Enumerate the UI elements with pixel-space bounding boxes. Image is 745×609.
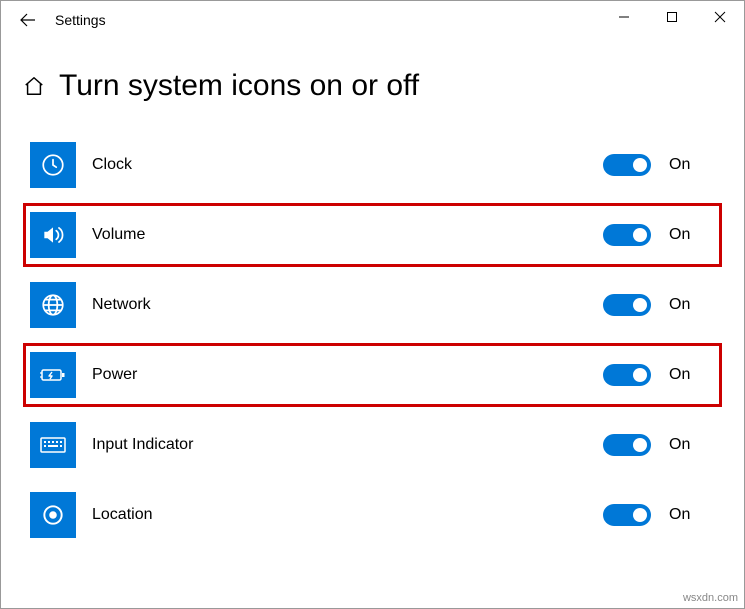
home-icon	[23, 75, 45, 97]
setting-row-clock: Clock On	[23, 133, 722, 197]
toggle-knob	[633, 508, 647, 522]
page-title: Turn system icons on or off	[59, 69, 419, 103]
maximize-button[interactable]	[648, 1, 696, 33]
toggle-state-label: On	[669, 156, 715, 174]
settings-list: ClockOnVolumeOnNetworkOnPowerOnInput Ind…	[1, 133, 744, 547]
location-icon	[30, 492, 76, 538]
watermark: wsxdn.com	[683, 592, 738, 604]
back-button[interactable]	[19, 11, 37, 29]
clock-icon	[30, 142, 76, 188]
arrow-left-icon	[20, 12, 36, 28]
minimize-icon	[618, 11, 630, 23]
setting-row-power: Power On	[23, 343, 722, 407]
toggle-state-label: On	[669, 366, 715, 384]
page-header: Turn system icons on or off	[1, 39, 744, 133]
setting-row: Location On	[30, 492, 715, 538]
setting-row: Volume On	[30, 212, 715, 258]
setting-row: Power On	[30, 352, 715, 398]
setting-row: Network On	[30, 282, 715, 328]
close-button[interactable]	[696, 1, 744, 33]
setting-label: Clock	[92, 156, 603, 174]
toggle-knob	[633, 368, 647, 382]
toggle-state-label: On	[669, 296, 715, 314]
app-title: Settings	[55, 12, 106, 28]
setting-row: Input Indicator On	[30, 422, 715, 468]
maximize-icon	[666, 11, 678, 23]
toggle-switch[interactable]	[603, 224, 651, 246]
setting-label: Volume	[92, 226, 603, 244]
toggle-switch[interactable]	[603, 364, 651, 386]
toggle-state-label: On	[669, 506, 715, 524]
setting-row-input-indicator: Input Indicator On	[23, 413, 722, 477]
minimize-button[interactable]	[600, 1, 648, 33]
setting-row: Clock On	[30, 142, 715, 188]
setting-label: Input Indicator	[92, 436, 603, 454]
setting-row-network: Network On	[23, 273, 722, 337]
setting-row-location: Location On	[23, 483, 722, 547]
input-indicator-icon	[30, 422, 76, 468]
volume-icon	[30, 212, 76, 258]
home-button[interactable]	[23, 75, 45, 97]
toggle-knob	[633, 228, 647, 242]
toggle-knob	[633, 298, 647, 312]
power-icon	[30, 352, 76, 398]
network-icon	[30, 282, 76, 328]
close-icon	[714, 11, 726, 23]
window-controls	[600, 1, 744, 33]
toggle-switch[interactable]	[603, 504, 651, 526]
toggle-switch[interactable]	[603, 434, 651, 456]
toggle-knob	[633, 438, 647, 452]
toggle-state-label: On	[669, 436, 715, 454]
setting-label: Location	[92, 506, 603, 524]
toggle-knob	[633, 158, 647, 172]
setting-label: Network	[92, 296, 603, 314]
setting-label: Power	[92, 366, 603, 384]
setting-row-volume: Volume On	[23, 203, 722, 267]
toggle-switch[interactable]	[603, 154, 651, 176]
toggle-switch[interactable]	[603, 294, 651, 316]
titlebar: Settings	[1, 1, 744, 39]
toggle-state-label: On	[669, 226, 715, 244]
